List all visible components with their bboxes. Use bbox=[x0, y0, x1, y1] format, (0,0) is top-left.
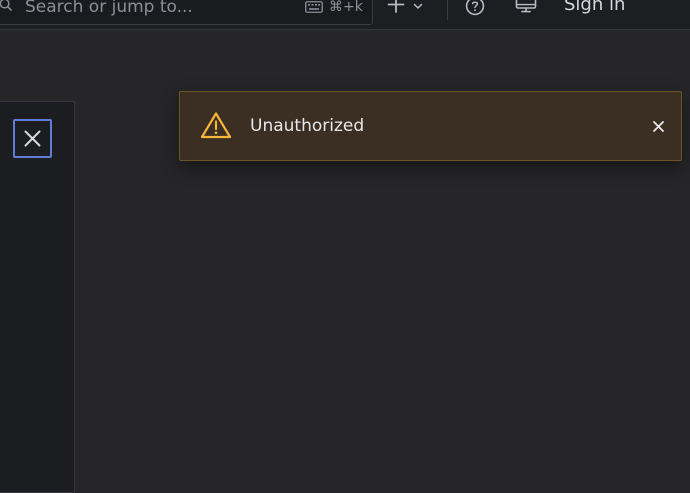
warning-toast: Unauthorized bbox=[179, 91, 682, 161]
search-icon bbox=[0, 0, 12, 11]
search-shortcut-hint: ⌘+k bbox=[305, 0, 363, 15]
add-new-button[interactable] bbox=[387, 0, 431, 14]
chevron-down-icon bbox=[413, 3, 423, 9]
help-icon[interactable] bbox=[465, 0, 485, 16]
search-placeholder: Search or jump to... bbox=[25, 0, 193, 17]
side-drawer bbox=[0, 101, 75, 493]
toast-close-button[interactable] bbox=[650, 118, 666, 134]
close-icon bbox=[24, 130, 41, 147]
close-icon bbox=[652, 120, 664, 132]
keyboard-icon bbox=[305, 1, 323, 13]
drawer-close-button[interactable] bbox=[13, 119, 52, 158]
search-input[interactable]: Search or jump to... ⌘+k bbox=[0, 0, 373, 25]
toast-message: Unauthorized bbox=[250, 116, 365, 136]
toolbar-divider bbox=[447, 0, 448, 20]
search-shortcut-label: ⌘+k bbox=[329, 0, 363, 15]
monitor-icon[interactable] bbox=[515, 0, 537, 14]
sign-in-link[interactable]: Sign in bbox=[564, 0, 625, 15]
plus-icon bbox=[387, 0, 405, 13]
warning-icon bbox=[200, 112, 232, 139]
top-bar: Search or jump to... ⌘+k Sign in bbox=[0, 0, 690, 30]
